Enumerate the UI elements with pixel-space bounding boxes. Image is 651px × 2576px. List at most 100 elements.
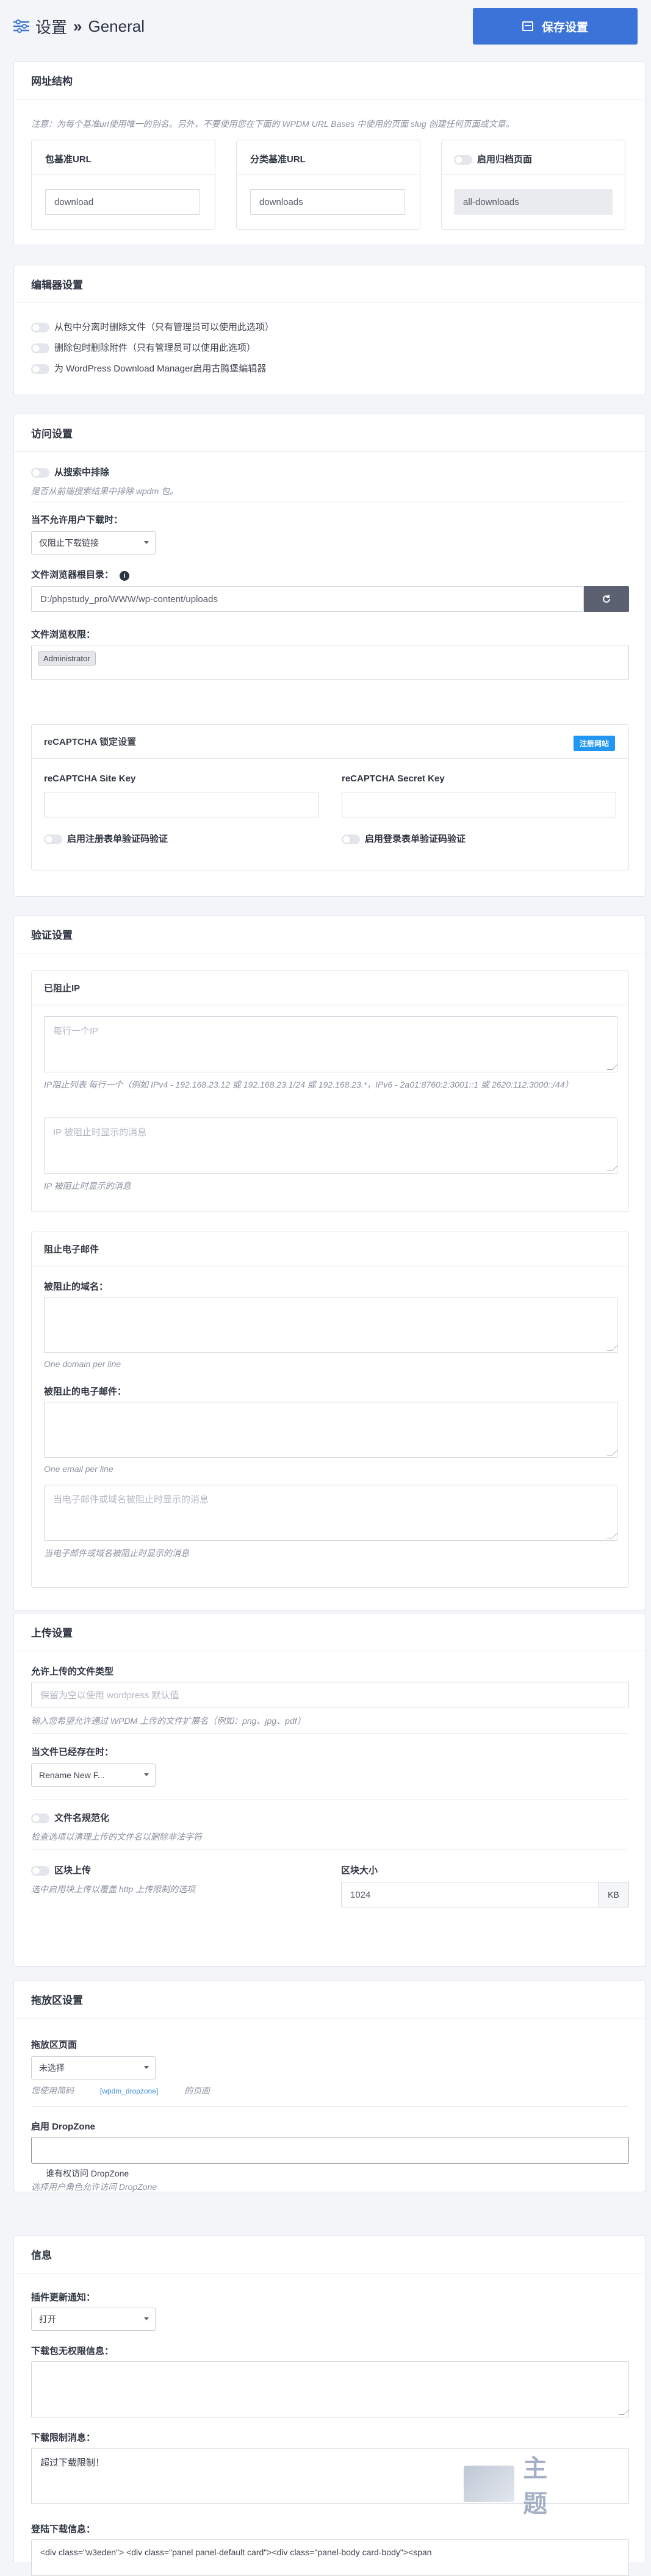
url-note: 注意：为每个基准url使用唯一的别名。另外，不要使用您在下面的 WPDM URL… [31, 119, 514, 129]
ip-message-textarea[interactable]: IP 被阻止时显示的消息 [44, 1118, 618, 1174]
update-notice-select[interactable]: 打开 [31, 2308, 156, 2331]
download-limit-label: 下载限制消息： [31, 2433, 96, 2443]
option-label: 文件名规范化 [54, 1813, 110, 1823]
option-label: 删除包时删除附件（只有管理员可以使用此选项） [54, 343, 256, 353]
root-dir-label-text: 文件浏览器根目录： [31, 570, 114, 580]
recaptcha-box: reCAPTCHA 锁定设置 注册网站 reCAPTCHA Site Key r… [31, 724, 629, 870]
email-message-note: 当电子邮件或域名被阻止时显示的消息 [44, 1548, 189, 1558]
archive-box: 启用归档页面 all-downloads [441, 140, 625, 230]
blocked-domain-note: One domain per line [44, 1359, 121, 1369]
site-key-label: reCAPTCHA Site Key [44, 773, 136, 784]
panel-title: 编辑器设置 [14, 265, 645, 303]
save-icon [522, 21, 533, 31]
no-permission-textarea[interactable] [31, 2361, 630, 2417]
file-exists-label: 当文件已经存在时： [31, 1747, 114, 1757]
editor-option-1[interactable]: 从包中分离时删除文件（只有管理员可以使用此选项） [31, 320, 274, 333]
refresh-button[interactable] [584, 586, 629, 612]
pkg-base-label: 包基准URL [45, 154, 92, 165]
note-text: 您使用简码 [31, 2086, 74, 2095]
editor-panel: 编辑器设置 从包中分离时删除文件（只有管理员可以使用此选项） 删除包时删除附件（… [13, 265, 646, 395]
option-label: 启用注册表单验证码验证 [67, 834, 168, 844]
exclude-search-toggle[interactable]: 从搜索中排除 [31, 465, 109, 478]
blocked-ip-title: 已阻止IP [32, 971, 628, 1005]
blocked-email-title: 阻止电子邮件 [32, 1232, 628, 1266]
file-exists-select[interactable]: Rename New F... [31, 1763, 156, 1787]
dropzone-panel: 拖放区设置 拖放区页面 未选择 您使用简码 [wpdm_dropzone] 的页… [13, 1980, 646, 2192]
blocked-ip-textarea[interactable]: 每行一个IP [44, 1016, 618, 1072]
upload-panel: 上传设置 允许上传的文件类型 保留为空以使用 wordpress 默认值 输入您… [13, 1613, 646, 1967]
archive-label: 启用归档页面 [477, 154, 533, 165]
panel-title: 验证设置 [14, 916, 645, 953]
title-text: 设置 [35, 18, 68, 37]
file-types-input[interactable]: 保留为空以使用 wordpress 默认值 [31, 1682, 629, 1707]
breadcrumb-separator: » [73, 16, 82, 35]
chunk-upload-toggle[interactable]: 区块上传 [31, 1864, 91, 1876]
refresh-icon [603, 595, 610, 603]
toggle-switch[interactable] [31, 323, 49, 333]
pkg-base-box: 包基准URL download [31, 140, 215, 230]
cat-base-box: 分类基准URL downloads [236, 140, 420, 230]
login-message-textarea[interactable]: <div class="w3eden"> <div class="panel p… [31, 2539, 629, 2576]
option-label: 区块上传 [54, 1865, 92, 1876]
info-icon: i [120, 571, 130, 581]
blocked-ip-note: IP阻止列表 每行一个（例如 IPv4 - 192.168.23.12 或 19… [44, 1080, 574, 1089]
dropzone-page-select[interactable]: 未选择 [31, 2056, 156, 2079]
file-types-note: 输入您希望允许通过 WPDM 上传的文件扩展名（例如：png、jpg、pdf） [31, 1716, 306, 1726]
blocked-email-textarea[interactable] [44, 1402, 618, 1458]
sliders-icon [13, 20, 29, 33]
blocked-email-note: One email per line [44, 1464, 113, 1474]
archive-input[interactable]: all-downloads [454, 189, 613, 215]
panel-title: 拖放区设置 [14, 1981, 645, 2018]
toggle-switch[interactable] [342, 834, 360, 845]
site-key-input[interactable] [44, 792, 318, 817]
chunk-size-input[interactable]: 1024 [341, 1882, 599, 1907]
editor-option-3[interactable]: 为 WordPress Download Manager启用古腾堡编辑器 [31, 362, 266, 375]
toggle-switch[interactable] [31, 468, 49, 478]
dropzone-roles-note: 选择用户角色允许访问 DropZone [31, 2182, 157, 2192]
root-dir-label: 文件浏览器根目录： i [31, 568, 130, 581]
cat-base-label: 分类基准URL [250, 154, 306, 165]
secret-key-input[interactable] [342, 792, 616, 817]
register-captcha-toggle[interactable]: 启用注册表单验证码验证 [44, 832, 168, 845]
toggle-switch[interactable] [31, 364, 49, 375]
login-captcha-toggle[interactable]: 启用登录表单验证码验证 [342, 832, 466, 845]
pkg-base-input[interactable]: download [45, 189, 200, 215]
panel-title: 上传设置 [14, 1613, 645, 1651]
chunk-unit: KB [599, 1882, 629, 1907]
perm-tag-input[interactable]: Administrator [31, 645, 629, 680]
deny-select[interactable]: 仅阻止下载链接 [31, 531, 156, 554]
option-label: 从包中分离时删除文件（只有管理员可以使用此选项） [54, 322, 275, 332]
page-title: 设置 » General [13, 15, 145, 38]
deny-label: 当不允许用户下载时： [31, 515, 123, 525]
option-label: 为 WordPress Download Manager启用古腾堡编辑器 [54, 364, 267, 374]
secret-key-label: reCAPTCHA Secret Key [342, 773, 445, 784]
blocked-domain-textarea[interactable] [44, 1297, 618, 1353]
chunk-upload-note: 选中启用块上传以覆盖 http 上传限制的选项 [31, 1884, 196, 1894]
toggle-switch[interactable] [31, 1866, 49, 1876]
root-dir-input[interactable]: D:/phpstudy_pro/WWW/wp-content/uploads [31, 586, 584, 612]
email-message-textarea[interactable]: 当电子邮件或域名被阻止时显示的消息 [44, 1485, 618, 1541]
toggle-switch[interactable] [454, 155, 472, 165]
url-structure-panel: 网址结构 注意：为每个基准url使用唯一的别名。另外，不要使用您在下面的 WPD… [13, 61, 646, 245]
perm-tag[interactable]: Administrator [38, 651, 96, 666]
access-panel: 访问设置 从搜索中排除 是否从前端搜索结果中排除 wpdm 包。 当不允许用户下… [13, 414, 646, 897]
toggle-switch[interactable] [31, 343, 49, 354]
save-settings-button[interactable]: 保存设置 [473, 8, 638, 45]
exclude-note: 是否从前端搜索结果中排除 wpdm 包。 [31, 486, 179, 496]
toggle-switch[interactable] [31, 1814, 49, 1824]
sanitize-toggle[interactable]: 文件名规范化 [31, 1811, 109, 1824]
register-site-badge[interactable]: 注册网站 [573, 736, 615, 751]
archive-toggle[interactable]: 启用归档页面 [454, 152, 532, 165]
editor-option-2[interactable]: 删除包时删除附件（只有管理员可以使用此选项） [31, 341, 256, 354]
save-label: 保存设置 [541, 21, 588, 34]
sanitize-note: 检查选项以清理上传的文件名以删除非法字符 [31, 1832, 202, 1842]
dropzone-page-note: 您使用简码 [wpdm_dropzone] 的页面 [31, 2084, 210, 2097]
cat-base-input[interactable]: downloads [250, 189, 405, 215]
enable-dropzone-label: 启用 DropZone [31, 2122, 95, 2132]
page-header: 设置 » General 保存设置 [0, 0, 651, 52]
toggle-switch[interactable] [44, 834, 62, 845]
dropzone-roles-option[interactable]: 谁有权访问 DropZone [46, 2167, 129, 2180]
login-message-label: 登陆下载信息： [31, 2524, 96, 2535]
dropzone-roles-input[interactable] [31, 2137, 629, 2164]
file-types-label: 允许上传的文件类型 [31, 1667, 114, 1677]
